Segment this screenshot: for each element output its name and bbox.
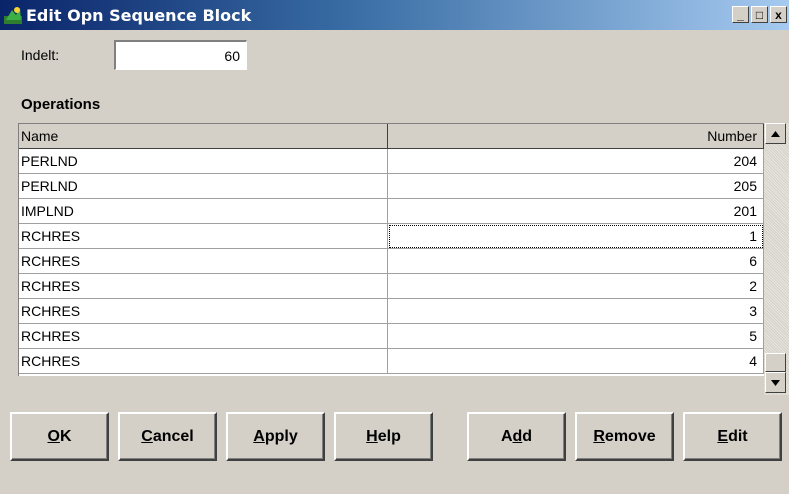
help-label-rest: elp bbox=[377, 427, 401, 445]
apply-button[interactable]: Apply bbox=[226, 412, 325, 461]
cell-number[interactable]: 3 bbox=[387, 299, 764, 324]
cancel-label-rest: ancel bbox=[152, 427, 194, 445]
remove-mnemonic: R bbox=[593, 427, 605, 445]
window-title: Edit Opn Sequence Block bbox=[26, 5, 252, 25]
cell-name[interactable]: RCHRES bbox=[19, 349, 388, 374]
cancel-mnemonic: C bbox=[141, 427, 153, 445]
operations-grid[interactable]: Name Number PERLND 204 PERLND 205 IMPLND 201 R… bbox=[18, 123, 764, 376]
add-label-rest: d bbox=[522, 427, 533, 445]
grid-body: PERLND 204 PERLND 205 IMPLND 201 RCHRES 1 RCHRES… bbox=[19, 149, 764, 374]
cell-number[interactable]: 1 bbox=[387, 224, 764, 249]
minimize-button[interactable]: _ bbox=[732, 6, 749, 23]
cell-name[interactable]: RCHRES bbox=[19, 249, 388, 274]
cell-number[interactable]: 6 bbox=[387, 249, 764, 274]
apply-label-rest: pply bbox=[264, 427, 298, 445]
cell-name[interactable]: IMPLND bbox=[19, 199, 388, 224]
cell-number[interactable]: 5 bbox=[387, 324, 764, 349]
indelt-label: Indelt: bbox=[21, 47, 60, 63]
add-label-pre: A bbox=[500, 427, 513, 445]
cell-number[interactable]: 2 bbox=[387, 274, 764, 299]
scroll-down-button[interactable] bbox=[765, 372, 786, 393]
cell-name[interactable]: RCHRES bbox=[19, 274, 388, 299]
table-row[interactable]: IMPLND 201 bbox=[19, 199, 764, 224]
edit-label-rest: dit bbox=[728, 427, 748, 445]
table-row[interactable]: PERLND 204 bbox=[19, 149, 764, 174]
cancel-button[interactable]: Cancel bbox=[118, 412, 217, 461]
close-button[interactable]: x bbox=[770, 6, 787, 23]
help-mnemonic: H bbox=[366, 427, 378, 445]
cell-name[interactable]: RCHRES bbox=[19, 224, 388, 249]
table-row[interactable]: PERLND 205 bbox=[19, 174, 764, 199]
ok-button[interactable]: OK bbox=[10, 412, 109, 461]
table-row[interactable]: RCHRES 2 bbox=[19, 274, 764, 299]
operations-label: Operations bbox=[21, 96, 101, 113]
cell-name[interactable]: PERLND bbox=[19, 149, 388, 174]
remove-button[interactable]: Remove bbox=[575, 412, 674, 461]
add-mnemonic: d bbox=[512, 427, 523, 445]
column-header-name[interactable]: Name bbox=[19, 124, 388, 149]
cell-name[interactable]: RCHRES bbox=[19, 324, 388, 349]
table-row[interactable]: RCHRES 4 bbox=[19, 349, 764, 374]
help-button[interactable]: Help bbox=[334, 412, 433, 461]
edit-button[interactable]: Edit bbox=[683, 412, 782, 461]
scroll-up-button[interactable] bbox=[765, 123, 786, 144]
cell-number[interactable]: 204 bbox=[387, 149, 764, 174]
edit-mnemonic: E bbox=[717, 427, 729, 445]
add-button[interactable]: Add bbox=[467, 412, 566, 461]
table-row[interactable]: RCHRES 1 bbox=[19, 224, 764, 249]
ok-label-rest: K bbox=[59, 427, 72, 445]
remove-label-rest: emove bbox=[604, 427, 656, 445]
grid-header-row: Name Number bbox=[19, 124, 764, 149]
cell-number[interactable]: 201 bbox=[387, 199, 764, 224]
cell-number[interactable]: 205 bbox=[387, 174, 764, 199]
cell-name[interactable]: RCHRES bbox=[19, 299, 388, 324]
scroll-up-arrow-icon bbox=[771, 130, 780, 137]
table-row[interactable]: RCHRES 6 bbox=[19, 249, 764, 274]
indelt-input[interactable]: 60 bbox=[114, 40, 247, 70]
scroll-down-arrow-icon bbox=[771, 379, 780, 386]
table-row[interactable]: RCHRES 5 bbox=[19, 324, 764, 349]
title-bar[interactable]: Edit Opn Sequence Block _ □ x bbox=[0, 0, 789, 30]
app-icon[interactable] bbox=[4, 6, 22, 24]
vertical-scrollbar[interactable] bbox=[764, 123, 789, 395]
ok-mnemonic: O bbox=[47, 427, 60, 445]
scroll-thumb[interactable] bbox=[765, 353, 786, 372]
apply-mnemonic: A bbox=[253, 427, 265, 445]
window-controls: _ □ x bbox=[732, 6, 787, 23]
maximize-button[interactable]: □ bbox=[751, 6, 768, 23]
cell-name[interactable]: PERLND bbox=[19, 174, 388, 199]
cell-number[interactable]: 4 bbox=[387, 349, 764, 374]
table-row[interactable]: RCHRES 3 bbox=[19, 299, 764, 324]
column-header-number[interactable]: Number bbox=[387, 124, 764, 149]
